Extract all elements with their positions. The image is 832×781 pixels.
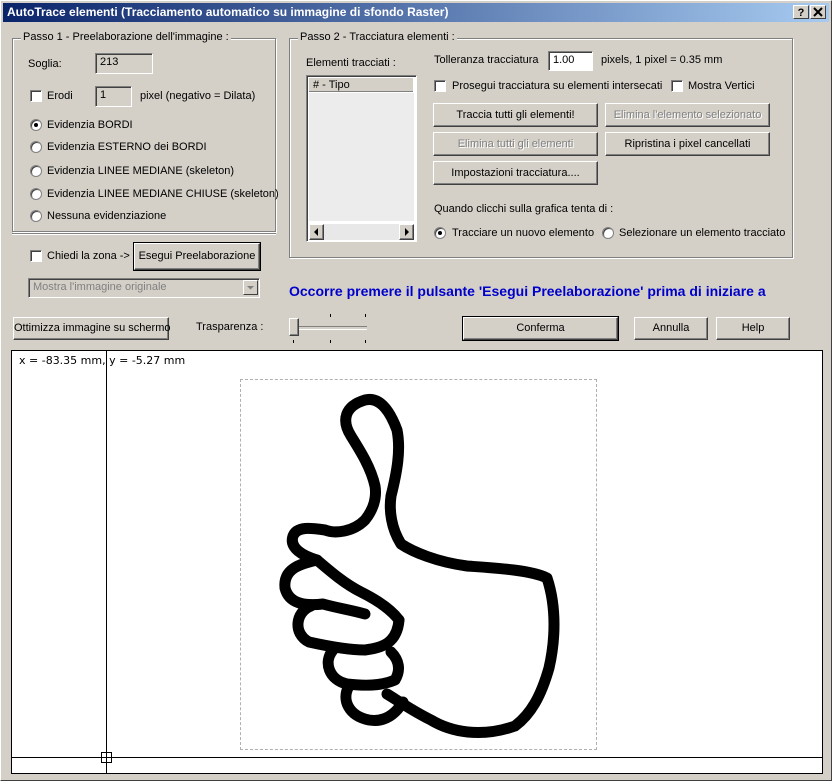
erode-unit: pixel (negativo = Dilata) [140, 90, 256, 102]
erode-input[interactable]: 1 [95, 86, 132, 107]
optimize-image-button[interactable]: Ottimizza immagine su schermo [13, 317, 171, 340]
arrow-right-icon [405, 228, 409, 236]
cursor-coordinates: x = -83.35 mm, y = -5.27 mm [19, 354, 186, 367]
horizontal-scrollbar[interactable] [309, 224, 414, 240]
radio-highlight-outside[interactable] [30, 141, 42, 153]
trace-settings-button[interactable]: Impostazioni tracciatura.... [433, 161, 598, 185]
thumbs-up-icon [279, 394, 560, 739]
scroll-right-button[interactable] [399, 224, 414, 240]
click-prompt-label: Quando clicchi sulla grafica tenta di : [434, 203, 614, 215]
scroll-left-button[interactable] [309, 224, 324, 240]
slider-tick [330, 340, 331, 343]
radio-select-traced[interactable] [602, 227, 614, 239]
radio-highlight-borders[interactable] [30, 119, 42, 131]
transparency-slider[interactable] [287, 314, 371, 344]
delete-all-button[interactable]: Elimina tutti gli elementi [433, 132, 598, 156]
confirm-button[interactable]: Conferma [462, 316, 619, 341]
step1-separator [12, 233, 276, 235]
ask-zone-checkbox[interactable] [30, 250, 42, 262]
traced-list-label: Elementi tracciati : [306, 57, 396, 69]
traced-elements-list[interactable]: # - Tipo [306, 75, 417, 242]
radio-select-traced-label: Selezionare un elemento tracciato [619, 227, 786, 239]
show-vertices-label: Mostra Vertici [688, 80, 755, 92]
ask-zone-label: Chiedi la zona -> [47, 250, 130, 262]
radio-highlight-closed-skeleton[interactable] [30, 188, 42, 200]
tolerance-label: Tolleranza tracciatura [434, 54, 539, 66]
step2-caption: Passo 2 - Tracciatura elementi : [298, 31, 457, 43]
autotrace-dialog: AutoTrace elementi (Tracciamento automat… [0, 0, 832, 781]
window-title: AutoTrace elementi (Tracciamento automat… [7, 5, 449, 19]
warning-message-box: Occorre premere il pulsante 'Esegui Pree… [289, 283, 819, 300]
show-vertices-checkbox[interactable] [671, 80, 683, 92]
crosshair-cursor-icon [100, 751, 113, 764]
slider-tick [293, 340, 294, 343]
list-header[interactable]: # - Tipo [309, 78, 413, 92]
view-mode-select[interactable]: Mostra l'immagine originale [28, 278, 260, 298]
radio-label: Evidenzia LINEE MEDIANE (skeleton) [47, 165, 235, 177]
delete-selected-button[interactable]: Elimina l'elemento selezionato [605, 103, 770, 127]
radio-trace-new-label: Tracciare un nuovo elemento [452, 227, 595, 239]
view-mode-value: Mostra l'immagine originale [33, 281, 167, 293]
continue-intersect-label: Prosegui tracciatura su elementi interse… [452, 80, 663, 92]
arrow-left-icon [314, 228, 318, 236]
slider-tick [365, 340, 366, 343]
slider-thumb[interactable] [289, 318, 299, 336]
threshold-input[interactable]: 213 [95, 53, 153, 74]
tolerance-input[interactable]: 1.00 [548, 51, 593, 71]
erode-checkbox[interactable] [30, 90, 42, 102]
tolerance-unit: pixels, 1 pixel = 0.35 mm [601, 54, 723, 66]
list-body [309, 93, 414, 221]
radio-label: Evidenzia ESTERNO dei BORDI [47, 141, 207, 153]
radio-label: Evidenzia LINEE MEDIANE CHIUSE (skeleton… [47, 188, 279, 200]
slider-tick [330, 314, 331, 317]
transparency-label: Trasparenza : [196, 321, 264, 333]
radio-highlight-skeleton[interactable] [30, 165, 42, 177]
help-title-button[interactable]: ? [793, 5, 809, 19]
radio-trace-new[interactable] [434, 227, 446, 239]
slider-tick [365, 314, 366, 317]
cancel-button[interactable]: Annulla [634, 317, 708, 340]
radio-no-highlight[interactable] [30, 210, 42, 222]
chevron-down-icon[interactable] [243, 280, 258, 295]
preprocess-button[interactable]: Esegui Preelaborazione [133, 242, 261, 271]
raster-image-frame [240, 379, 597, 750]
erode-label: Erodi [47, 90, 73, 102]
radio-label: Evidenzia BORDI [47, 119, 133, 131]
radio-label: Nessuna evidenziazione [47, 210, 167, 222]
title-bar[interactable]: AutoTrace elementi (Tracciamento automat… [3, 3, 829, 22]
close-icon [813, 7, 823, 17]
step1-caption: Passo 1 - Preelaborazione dell'immagine … [21, 31, 231, 43]
threshold-label: Soglia: [28, 58, 62, 70]
help-button[interactable]: Help [716, 317, 790, 340]
restore-pixels-button[interactable]: Ripristina i pixel cancellati [605, 132, 770, 156]
drawing-canvas[interactable]: x = -83.35 mm, y = -5.27 mm [11, 350, 823, 774]
close-button[interactable] [810, 5, 826, 19]
crosshair-horizontal [12, 757, 822, 758]
slider-track [291, 326, 367, 330]
continue-intersect-checkbox[interactable] [434, 80, 446, 92]
crosshair-vertical [106, 351, 107, 773]
trace-all-button[interactable]: Traccia tutti gli elementi! [433, 103, 598, 127]
warning-message: Occorre premere il pulsante 'Esegui Pree… [289, 283, 766, 299]
